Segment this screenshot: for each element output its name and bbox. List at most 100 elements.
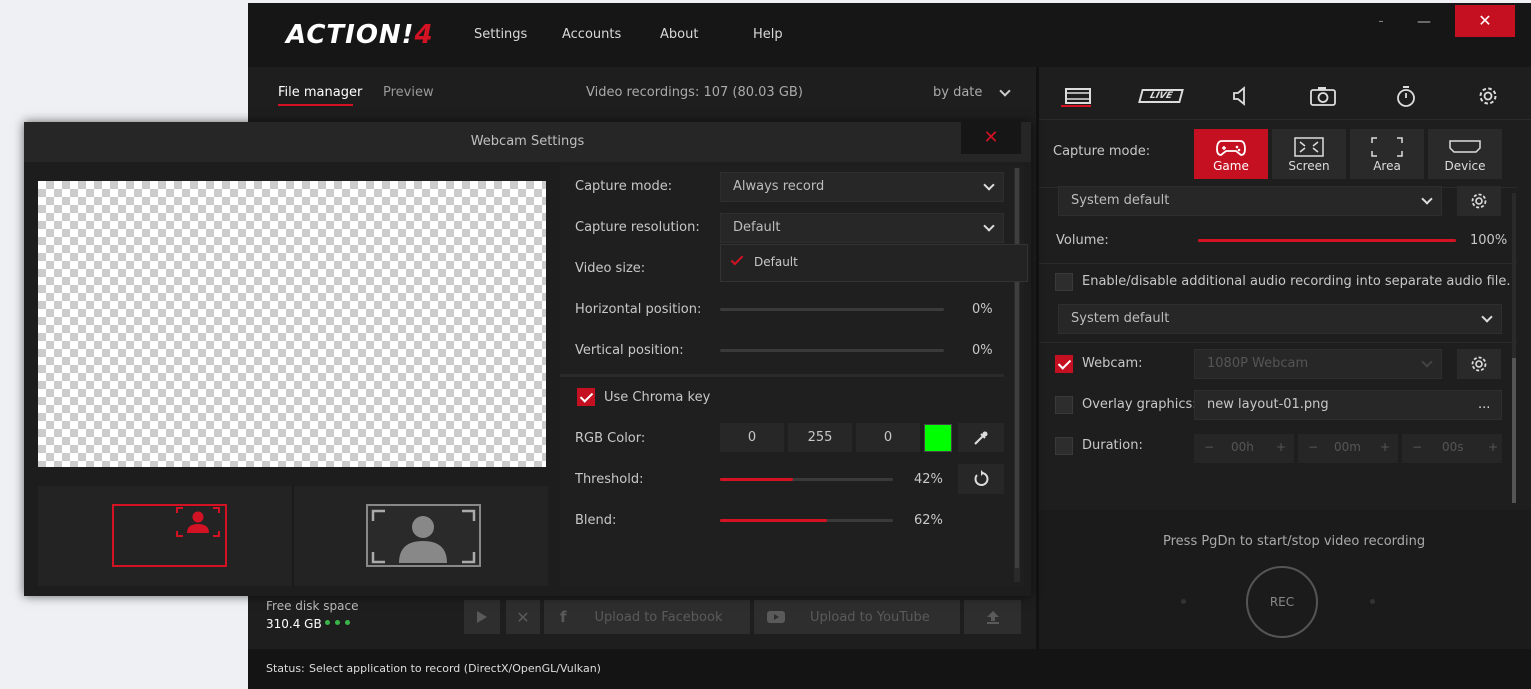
webcam-settings-dialog: Webcam Settings ✕ Capture mode: Always r… xyxy=(24,122,1031,596)
chroma-key-checkbox[interactable] xyxy=(577,388,595,406)
wc-capture-mode-label: Capture mode: xyxy=(575,179,673,194)
maximize-button[interactable]: — xyxy=(1411,9,1437,35)
capture-mode-game[interactable]: Game xyxy=(1194,129,1268,179)
volume-slider[interactable] xyxy=(1198,239,1456,242)
duration-checkbox[interactable] xyxy=(1055,437,1073,455)
webcam-settings-button[interactable] xyxy=(1457,349,1501,379)
screenshot-tab[interactable] xyxy=(1283,73,1363,119)
play-icon xyxy=(477,611,487,623)
threshold-label: Threshold: xyxy=(575,472,644,487)
menu-about[interactable]: About xyxy=(660,27,698,42)
wc-capture-mode-dropdown[interactable]: Always record xyxy=(720,172,1004,202)
dialog-close-button[interactable]: ✕ xyxy=(961,122,1021,154)
eyedropper-icon xyxy=(974,431,988,445)
rgb-blue-input[interactable]: 0 xyxy=(856,423,920,452)
live-tab[interactable]: LIVE xyxy=(1121,73,1201,119)
menu-accounts[interactable]: Accounts xyxy=(562,27,621,42)
title-bar: ACTION!4 Settings Accounts About Help – … xyxy=(248,3,1531,67)
sort-chevron-icon[interactable] xyxy=(999,85,1011,97)
chevron-down-icon xyxy=(983,179,995,191)
tab-file-manager[interactable]: File manager xyxy=(278,85,362,100)
status-label: Status: xyxy=(266,662,305,675)
webcam-device-dropdown[interactable]: 1080P Webcam xyxy=(1194,349,1442,379)
play-button[interactable] xyxy=(464,600,500,634)
tab-preview[interactable]: Preview xyxy=(383,85,434,100)
blend-slider[interactable] xyxy=(720,519,893,522)
duration-minutes-stepper[interactable]: −00m + xyxy=(1298,434,1398,463)
volume-slider-fill xyxy=(1198,239,1456,242)
audio-tab[interactable] xyxy=(1200,73,1280,119)
menu-settings[interactable]: Settings xyxy=(474,27,527,42)
resolution-option-default[interactable]: Default xyxy=(754,255,798,269)
rgb-red-input[interactable]: 0 xyxy=(720,423,784,452)
dialog-title: Webcam Settings xyxy=(24,122,1031,162)
chroma-color-swatch[interactable] xyxy=(924,424,952,452)
webcam-person-fullscreen-icon xyxy=(371,509,476,564)
upload-facebook-button[interactable]: f Upload to Facebook xyxy=(544,600,750,634)
upload-arrow-icon xyxy=(986,611,999,624)
wc-capture-res-label: Capture resolution: xyxy=(575,220,700,235)
capture-mode-label: Capture mode: xyxy=(1053,144,1151,159)
wc-vpos-value: 0% xyxy=(972,343,993,358)
area-icon xyxy=(1371,137,1403,157)
timer-tab[interactable] xyxy=(1366,73,1446,119)
resolution-dropdown-menu: Default xyxy=(720,244,1028,282)
menu-help[interactable]: Help xyxy=(753,27,783,42)
tab-active-underline xyxy=(278,104,353,106)
overlay-file-field[interactable]: new layout-01.png xyxy=(1194,390,1502,420)
duration-seconds-stepper[interactable]: −00s + xyxy=(1402,434,1502,463)
sort-dropdown[interactable]: by date xyxy=(933,85,982,100)
speaker-icon xyxy=(1233,86,1245,106)
live-icon: LIVE xyxy=(1138,89,1184,103)
rec-button[interactable]: REC xyxy=(1246,566,1318,638)
overlay-checkbox[interactable] xyxy=(1055,396,1073,414)
hdmi-icon xyxy=(1449,140,1481,153)
extra-audio-label: Enable/disable additional audio recordin… xyxy=(1082,274,1511,289)
right-scrollbar[interactable] xyxy=(1512,193,1516,503)
app-logo: ACTION!4 xyxy=(286,20,434,50)
webcam-preview xyxy=(38,181,546,467)
wc-hpos-label: Horizontal position: xyxy=(575,302,702,317)
recordings-info: Video recordings: 107 (80.03 GB) xyxy=(586,85,803,100)
capture-mode-area[interactable]: Area xyxy=(1350,129,1424,179)
capture-mode-device[interactable]: Device xyxy=(1428,129,1502,179)
upload-button[interactable] xyxy=(964,600,1021,634)
threshold-value: 42% xyxy=(914,472,943,487)
duration-hours-stepper[interactable]: −00h + xyxy=(1194,434,1294,463)
extra-audio-checkbox[interactable] xyxy=(1055,273,1073,291)
layout-corner-frame xyxy=(112,504,227,567)
wc-hpos-value: 0% xyxy=(972,302,993,317)
upload-youtube-button[interactable]: Upload to YouTube xyxy=(754,600,960,634)
wc-hpos-slider[interactable] xyxy=(720,308,944,311)
capture-mode-screen[interactable]: Screen xyxy=(1272,129,1346,179)
overlay-label: Overlay graphics: xyxy=(1082,397,1197,412)
blend-label: Blend: xyxy=(575,513,617,528)
rgb-color-label: RGB Color: xyxy=(575,431,646,446)
video-tab[interactable] xyxy=(1038,73,1118,119)
threshold-slider[interactable] xyxy=(720,478,893,481)
webcam-checkbox[interactable] xyxy=(1055,355,1073,373)
extra-audio-device-dropdown[interactable]: System default xyxy=(1058,304,1502,334)
youtube-icon xyxy=(767,611,785,623)
checkmark-icon xyxy=(730,252,745,267)
wc-vpos-slider[interactable] xyxy=(720,349,944,352)
overlay-browse-button[interactable]: ... xyxy=(1478,397,1490,412)
eyedropper-button[interactable] xyxy=(958,423,1004,452)
layout-option-corner[interactable] xyxy=(38,486,292,586)
wc-capture-res-dropdown[interactable]: Default xyxy=(720,213,1004,243)
minimize-button[interactable]: – xyxy=(1368,9,1394,35)
record-hint: Press PgDn to start/stop video recording xyxy=(1163,534,1426,549)
screen-icon xyxy=(1294,137,1324,157)
layout-option-fullscreen[interactable] xyxy=(294,486,548,586)
volume-label: Volume: xyxy=(1056,233,1109,248)
duration-label: Duration: xyxy=(1082,438,1143,453)
close-button[interactable]: ✕ xyxy=(1455,5,1515,37)
audio-device-dropdown[interactable]: System default xyxy=(1058,186,1442,216)
dialog-scrollbar[interactable] xyxy=(1014,168,1020,582)
audio-settings-button[interactable] xyxy=(1457,186,1501,216)
blend-value: 62% xyxy=(914,513,943,528)
rgb-green-input[interactable]: 255 xyxy=(788,423,852,452)
settings-tab[interactable] xyxy=(1448,73,1528,119)
delete-button[interactable]: ✕ xyxy=(506,600,540,634)
reset-button[interactable] xyxy=(958,464,1004,494)
